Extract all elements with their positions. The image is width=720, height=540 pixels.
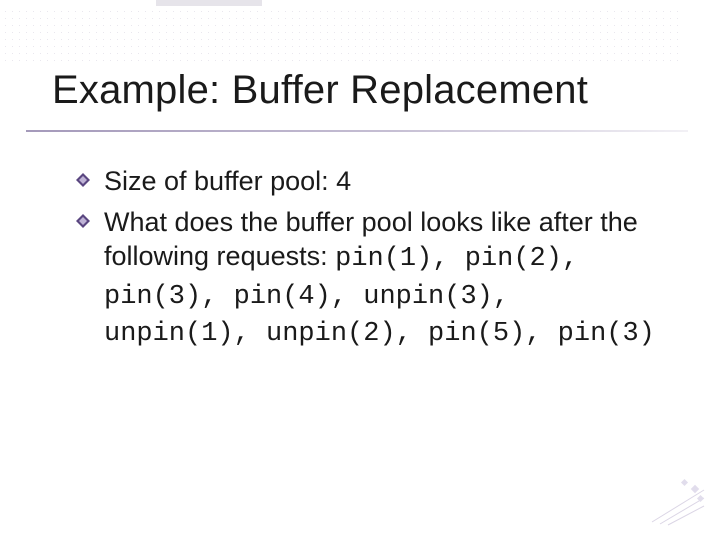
list-item: Size of buffer pool: 4: [104, 164, 664, 199]
corner-decoration-icon: [642, 478, 706, 526]
list-item: What does the buffer pool looks like aft…: [104, 205, 664, 352]
diamond-bullet-icon: [76, 214, 90, 228]
title-underline: [26, 130, 688, 132]
slide-body: Size of buffer pool: 4 What does the buf…: [104, 164, 664, 358]
diamond-bullet-icon: [76, 173, 90, 187]
header-decoration: [0, 0, 720, 60]
slide-title: Example: Buffer Replacement: [52, 68, 588, 113]
bullet-text: What does the buffer pool looks like aft…: [104, 205, 664, 352]
dot-grid: [0, 6, 682, 62]
slide: Example: Buffer Replacement Size of buff…: [0, 0, 720, 540]
bullet-text: Size of buffer pool: 4: [104, 164, 664, 199]
